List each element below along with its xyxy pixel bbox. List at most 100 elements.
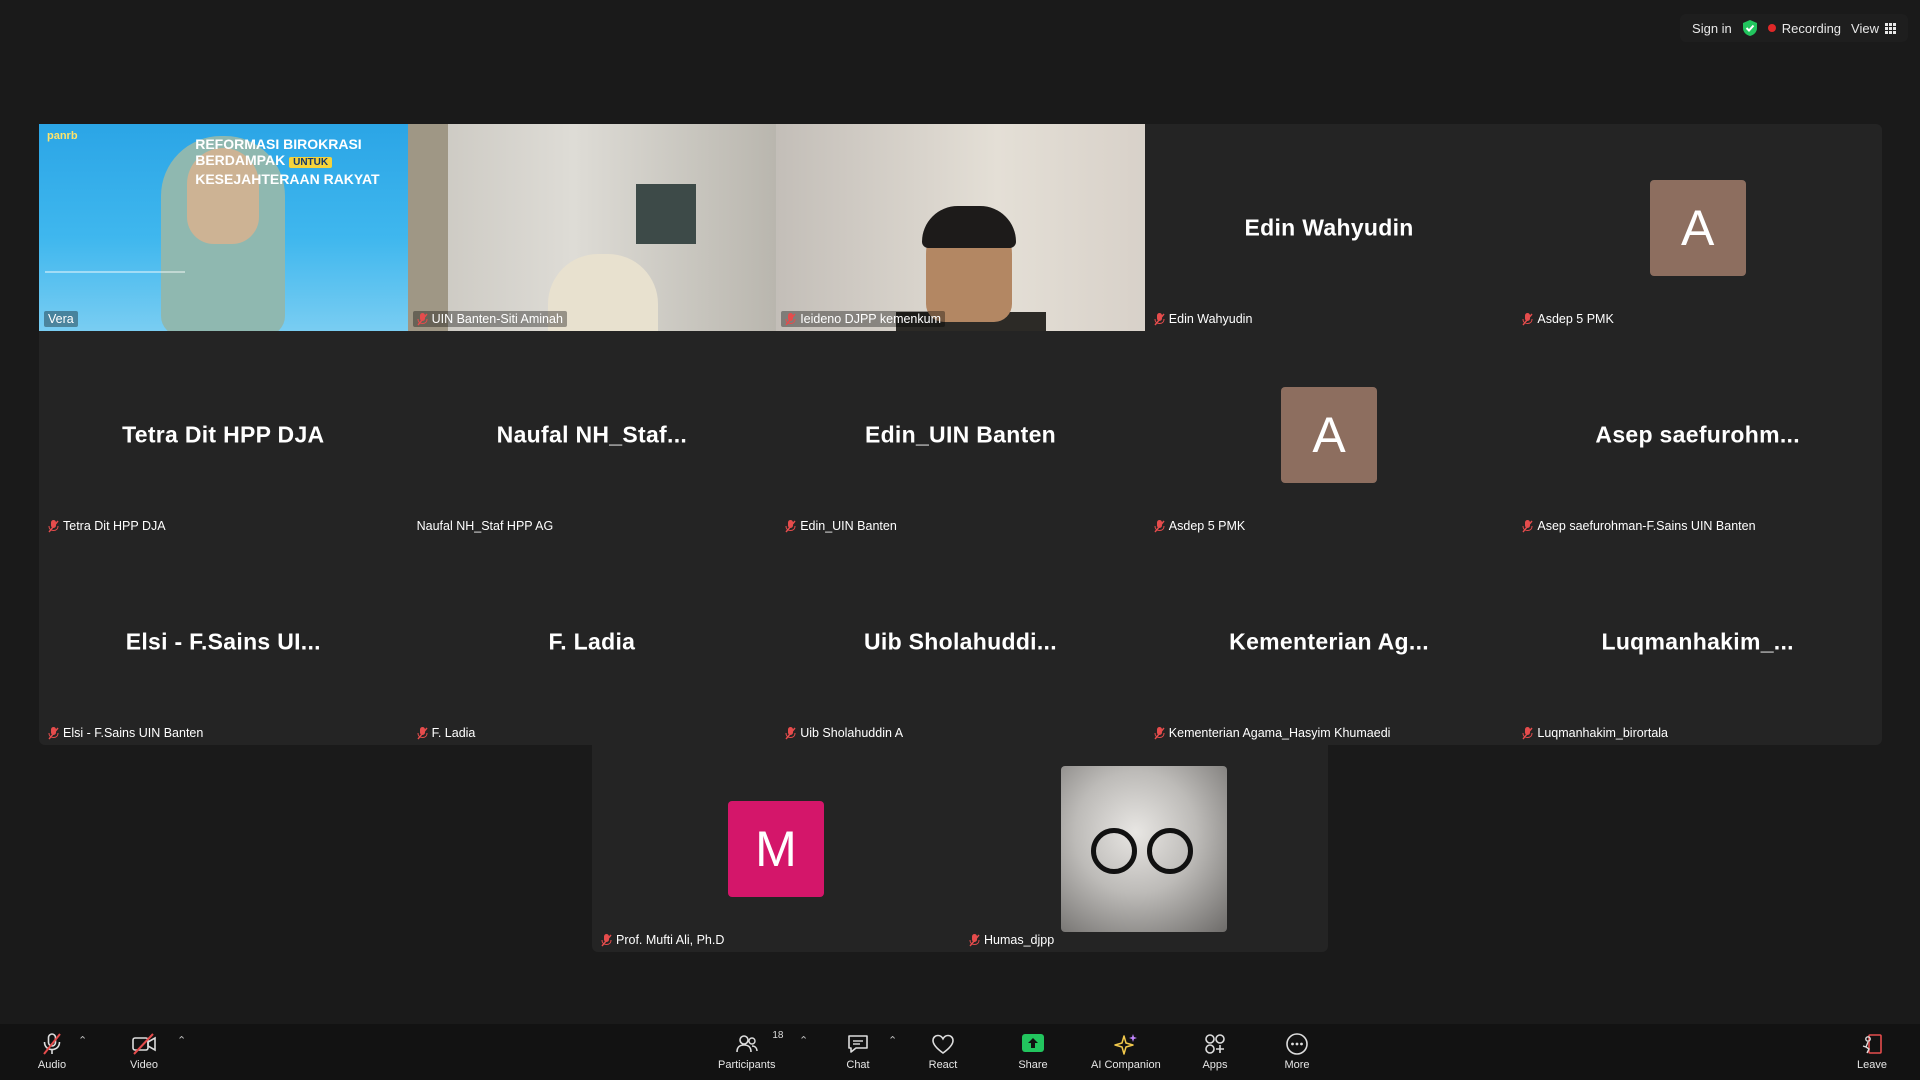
participant-tile-ieideno[interactable]: Ieideno DJPP kemenkum [776, 124, 1145, 331]
participant-tile-vera[interactable]: panrb REFORMASI BIROKRASI BERDAMPAK UNTU… [39, 124, 408, 331]
participant-display-name: Naufal NH_Staf... [496, 421, 688, 447]
participant-tile-asep[interactable]: Asep saefurohm... Asep saefurohman-F.Sai… [1513, 331, 1882, 538]
leave-door-icon [1862, 1034, 1882, 1054]
participants-options-chevron-icon[interactable]: ⌃ [799, 1034, 808, 1047]
participant-avatar: A [1649, 179, 1746, 276]
participant-tile-siti-aminah[interactable]: UIN Banten-Siti Aminah [407, 124, 777, 331]
share-screen-button[interactable]: Share [1011, 1032, 1055, 1071]
heart-icon [932, 1034, 954, 1054]
chat-button[interactable]: Chat [836, 1032, 880, 1071]
ai-companion-label: AI Companion [1091, 1059, 1161, 1071]
mic-muted-icon [1154, 726, 1165, 739]
participant-tile-naufal[interactable]: Naufal NH_Staf... Naufal NH_Staf HPP AG [408, 331, 777, 538]
gallery-view: panrb REFORMASI BIROKRASI BERDAMPAK UNTU… [39, 124, 1882, 745]
participant-name-label: UIN Banten-Siti Aminah [412, 311, 567, 327]
mic-muted-icon [417, 312, 428, 325]
meeting-window: Sign in Recording View panrb REFORMASI B… [0, 0, 1920, 1080]
video-off-icon [132, 1033, 156, 1055]
more-label: More [1284, 1059, 1310, 1071]
participant-name-label: Naufal NH_Staf HPP AG [416, 519, 554, 533]
participant-name-label: Elsi - F.Sains UIN Banten [44, 725, 207, 741]
audio-options-chevron-icon[interactable]: ⌃ [78, 1034, 87, 1047]
participant-tile-elsi[interactable]: Elsi - F.Sains UI... Elsi - F.Sains UIN … [39, 538, 408, 745]
participant-tile-edin-wahyudin[interactable]: Edin Wahyudin Edin Wahyudin [1145, 124, 1514, 331]
ai-sparkle-icon [1114, 1034, 1137, 1055]
mic-muted-icon [785, 519, 796, 532]
chat-label: Chat [846, 1059, 870, 1071]
apps-button[interactable]: Apps [1193, 1032, 1237, 1071]
participant-name-label: Asdep 5 PMK [1518, 311, 1617, 327]
participant-display-name: Luqmanhakim_... [1601, 628, 1794, 654]
participants-count: 18 [772, 1030, 784, 1041]
participant-display-name: F. Ladia [548, 628, 636, 654]
meeting-toolbar: Audio ⌃ Video ⌃ 18 Participants ⌃ Chat ⌃… [0, 1024, 1920, 1080]
more-button[interactable]: More [1275, 1032, 1319, 1071]
participant-name-label: Humas_djpp [965, 932, 1058, 948]
participant-display-name: Elsi - F.Sains UI... [125, 628, 321, 654]
mic-muted-icon [1154, 519, 1165, 532]
participant-display-name: Edin Wahyudin [1244, 214, 1414, 240]
mic-muted-icon [43, 1033, 61, 1055]
mic-muted-icon [785, 312, 796, 325]
mic-muted-icon [785, 726, 796, 739]
react-button[interactable]: React [921, 1032, 965, 1071]
participant-name-label: Tetra Dit HPP DJA [44, 518, 170, 534]
participant-tile-luqmanhakim[interactable]: Luqmanhakim_... Luqmanhakim_birortala [1513, 538, 1882, 745]
more-icon [1286, 1033, 1308, 1055]
leave-button[interactable]: Leave [1850, 1032, 1894, 1071]
participant-tile-f-ladia[interactable]: F. Ladia F. Ladia [408, 538, 777, 745]
share-screen-icon [1022, 1034, 1044, 1052]
participant-name-label: Luqmanhakim_birortala [1518, 725, 1672, 741]
participant-name-label: Uib Sholahuddin A [781, 725, 907, 741]
participant-name-label: Edin_UIN Banten [781, 518, 901, 534]
recording-label: Recording [1781, 20, 1842, 36]
react-label: React [928, 1059, 958, 1071]
view-button[interactable]: View [1851, 21, 1896, 36]
participant-tile-mufti-ali[interactable]: M Prof. Mufti Ali, Ph.D [592, 745, 960, 952]
audio-button[interactable]: Audio [30, 1032, 74, 1071]
participant-name-label: Ieideno DJPP kemenkum [781, 311, 946, 327]
profile-picture [1061, 765, 1227, 932]
participant-tile-uib[interactable]: Uib Sholahuddi... Uib Sholahuddin A [776, 538, 1145, 745]
grid-view-icon [1885, 22, 1896, 34]
recording-indicator[interactable]: Recording [1767, 20, 1842, 36]
participants-button[interactable]: 18 Participants [718, 1030, 783, 1071]
participants-label: Participants [718, 1059, 776, 1071]
participant-tile-asdep-5-pmk[interactable]: A Asdep 5 PMK [1513, 124, 1882, 331]
chat-options-chevron-icon[interactable]: ⌃ [888, 1034, 897, 1047]
participant-video [407, 124, 777, 331]
participant-display-name: Tetra Dit HPP DJA [122, 421, 325, 447]
sign-in-button[interactable]: Sign in [1692, 21, 1732, 36]
participant-avatar: A [1281, 386, 1378, 483]
gallery-view-bottom-row: M Prof. Mufti Ali, Ph.D Humas_djpp [592, 745, 1328, 952]
participant-tile-humas-djpp[interactable]: Humas_djpp [960, 745, 1328, 952]
mic-muted-icon [417, 726, 428, 739]
chat-icon [848, 1035, 868, 1053]
participant-tile-kementerian-agama[interactable]: Kementerian Ag... Kementerian Agama_Hasy… [1145, 538, 1514, 745]
participant-tile-asdep-5-pmk-2[interactable]: A Asdep 5 PMK [1145, 331, 1514, 538]
top-bar: Sign in Recording View [1680, 14, 1908, 42]
audio-label: Audio [37, 1059, 67, 1071]
participant-name-label: Asep saefurohman-F.Sains UIN Banten [1518, 518, 1759, 534]
view-label: View [1851, 20, 1879, 36]
participant-name-label: Asdep 5 PMK [1150, 518, 1249, 534]
ai-companion-button[interactable]: AI Companion [1091, 1032, 1161, 1071]
video-label: Video [130, 1059, 158, 1071]
participant-tile-edin-uin-banten[interactable]: Edin_UIN Banten Edin_UIN Banten [776, 331, 1145, 538]
participant-name-label: F. Ladia [413, 725, 480, 741]
video-button[interactable]: Video [122, 1032, 166, 1071]
encryption-shield-icon[interactable] [1742, 19, 1758, 37]
video-options-chevron-icon[interactable]: ⌃ [177, 1034, 186, 1047]
video-banner-text: REFORMASI BIROKRASI BERDAMPAK UNTUK KESE… [195, 136, 380, 187]
apps-icon [1205, 1034, 1225, 1054]
participant-display-name: Kementerian Ag... [1229, 628, 1429, 654]
participant-tile-tetra[interactable]: Tetra Dit HPP DJA Tetra Dit HPP DJA [39, 331, 408, 538]
participant-video [776, 124, 1145, 331]
participant-name-label: Prof. Mufti Ali, Ph.D [597, 932, 728, 948]
mic-muted-icon [1522, 519, 1533, 532]
participant-name-label: Edin Wahyudin [1150, 311, 1257, 327]
sign-in-label: Sign in [1692, 20, 1732, 36]
participant-display-name: Asep saefurohm... [1595, 421, 1800, 447]
mic-muted-icon [1522, 726, 1533, 739]
recording-dot-icon [1767, 24, 1776, 32]
